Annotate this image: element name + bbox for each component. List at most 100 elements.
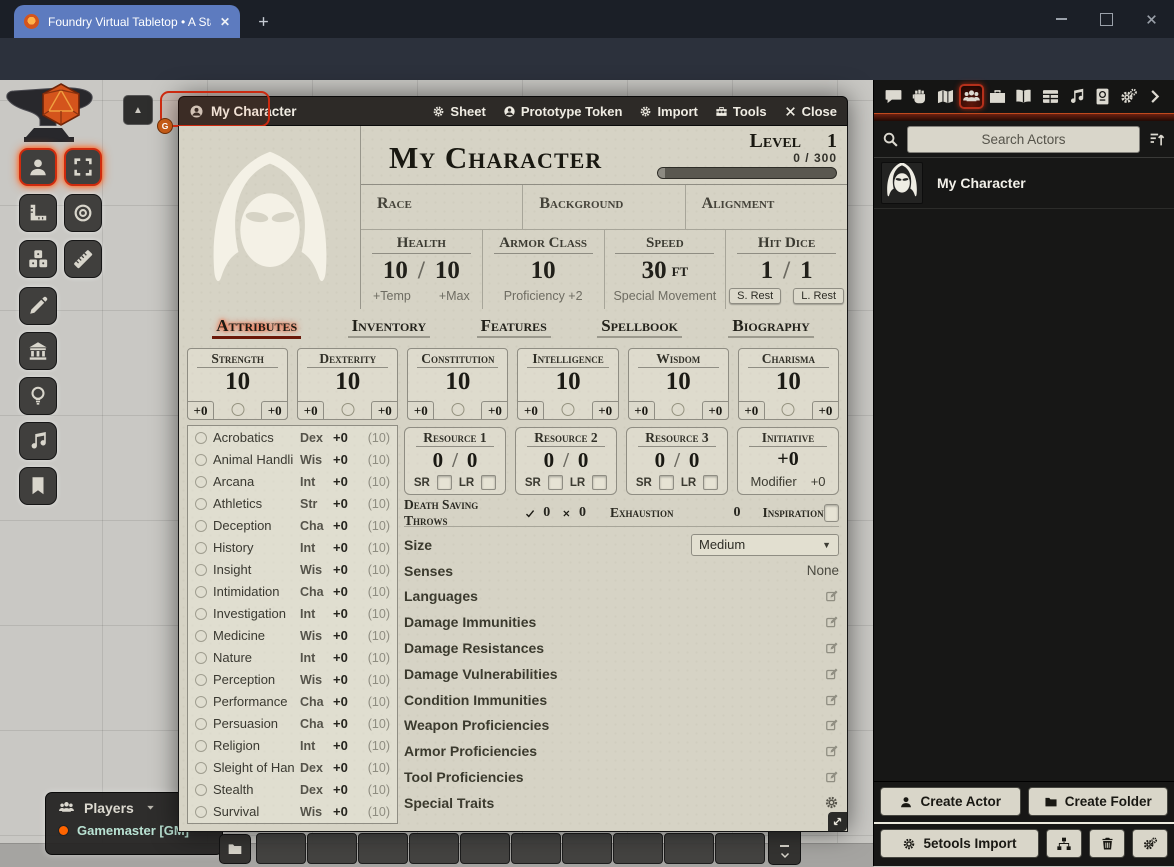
skill-survival[interactable]: Survival Wis +0 (10) [195, 804, 390, 819]
skill-animal-handling[interactable]: Animal Handling Wis +0 (10) [195, 452, 390, 467]
sidebar-tab-journal[interactable] [1011, 84, 1036, 109]
edit-icon[interactable] [825, 641, 839, 655]
size-select[interactable]: Medium▼ [691, 534, 839, 556]
proficiency-radio[interactable] [672, 403, 685, 416]
ability-constitution[interactable]: Constitution 10 +0 +0 [407, 348, 508, 420]
browser-tab[interactable]: Foundry Virtual Tabletop • A Stan ✕ [14, 5, 240, 38]
initiative-modifier[interactable]: +0 [811, 474, 826, 489]
skill-proficiency-radio[interactable] [195, 454, 207, 466]
tab-spellbook[interactable]: Spellbook [597, 316, 682, 346]
sidebar-tab-tables[interactable] [1038, 84, 1063, 109]
create-folder-button[interactable]: Create Folder [1028, 787, 1169, 816]
sound-controls-button[interactable] [19, 422, 57, 460]
long-rest-checkbox[interactable] [481, 475, 496, 490]
ability-check-mod[interactable]: +0 [261, 401, 288, 420]
level-value[interactable]: 1 [827, 130, 837, 153]
edit-icon[interactable] [825, 744, 839, 758]
speed-value[interactable]: 30 [642, 257, 667, 285]
skill-sleight-of-hand[interactable]: Sleight of Hand Dex +0 (10) [195, 760, 390, 775]
proficiency-radio[interactable] [231, 403, 244, 416]
sidebar-tab-playlists[interactable] [1064, 84, 1089, 109]
sidebar-tab-chat[interactable] [881, 84, 906, 109]
tools-button[interactable]: Tools [715, 104, 767, 119]
skill-persuasion[interactable]: Persuasion Cha +0 (10) [195, 716, 390, 731]
hotbar-page-down-icon[interactable] [778, 849, 792, 861]
hotbar-slot[interactable] [562, 833, 612, 864]
sidebar-tab-items[interactable] [985, 84, 1010, 109]
proficiency-radio[interactable] [562, 403, 575, 416]
minimize-button[interactable] [1039, 0, 1084, 38]
hotbar-slot[interactable] [664, 833, 714, 864]
ability-check-mod[interactable]: +0 [481, 401, 508, 420]
skill-deception[interactable]: Deception Cha +0 (10) [195, 518, 390, 533]
hit-dice-current[interactable]: 1 [761, 257, 774, 285]
hp-temp-label[interactable]: +Temp [373, 289, 411, 303]
skill-proficiency-radio[interactable] [195, 520, 207, 532]
skill-performance[interactable]: Performance Cha +0 (10) [195, 694, 390, 709]
edit-icon[interactable] [825, 718, 839, 732]
select-tokens-button[interactable] [64, 148, 102, 186]
hp-current[interactable]: 10 [383, 257, 408, 285]
ability-charisma[interactable]: Charisma 10 +0 +0 [738, 348, 839, 420]
hotbar-slot[interactable] [409, 833, 459, 864]
skill-proficiency-radio[interactable] [195, 630, 207, 642]
ability-save-mod[interactable]: +0 [187, 401, 214, 420]
skill-arcana[interactable]: Arcana Int +0 (10) [195, 474, 390, 489]
character-sheet-window[interactable]: My Character G Sheet Prototype Token [178, 96, 848, 832]
field-background[interactable]: Background [522, 185, 684, 229]
tile-controls-button[interactable] [19, 240, 57, 278]
skill-proficiency-radio[interactable] [195, 740, 207, 752]
tab-attributes[interactable]: Attributes [212, 316, 301, 346]
skill-athletics[interactable]: Athletics Str +0 (10) [195, 496, 390, 511]
ability-dexterity[interactable]: Dexterity 10 +0 +0 [297, 348, 398, 420]
token-controls-button[interactable] [19, 148, 57, 186]
armor-class-stat[interactable]: Armor Class 10 Proficiency +2 [482, 230, 604, 309]
import-button[interactable]: Import [639, 104, 697, 119]
skill-history[interactable]: History Int +0 (10) [195, 540, 390, 555]
hit-dice-stat[interactable]: Hit Dice 1/1 S. Rest L. Rest [725, 230, 847, 309]
edit-icon[interactable] [825, 589, 839, 603]
skill-religion[interactable]: Religion Int +0 (10) [195, 738, 390, 753]
ability-save-mod[interactable]: +0 [738, 401, 765, 420]
ability-save-mod[interactable]: +0 [297, 401, 324, 420]
death-success-count[interactable]: 0 [543, 505, 550, 521]
skill-proficiency-radio[interactable] [195, 586, 207, 598]
skill-insight[interactable]: Insight Wis +0 (10) [195, 562, 390, 577]
sheet-button[interactable]: Sheet [432, 104, 485, 119]
gear-icon[interactable] [824, 795, 839, 810]
skill-proficiency-radio[interactable] [195, 674, 207, 686]
actor-entry-my-character[interactable]: My Character [874, 158, 1174, 209]
hp-max[interactable]: 10 [435, 257, 460, 285]
sheet-titlebar[interactable]: My Character G Sheet Prototype Token [178, 96, 848, 126]
long-rest-checkbox[interactable] [703, 475, 718, 490]
skill-proficiency-radio[interactable] [195, 718, 207, 730]
proficiency-radio[interactable] [341, 403, 354, 416]
foundry-logo[interactable] [4, 82, 118, 146]
health-stat[interactable]: Health 10/10 +Temp+Max [361, 230, 482, 309]
hotbar-slot[interactable] [715, 833, 765, 864]
skill-proficiency-radio[interactable] [195, 432, 207, 444]
sidebar-tab-combat[interactable] [907, 84, 932, 109]
ability-intelligence[interactable]: Intelligence 10 +0 +0 [517, 348, 618, 420]
resource-resource-3[interactable]: Resource 3 0/0 SR LR [626, 427, 728, 495]
journal-notes-button[interactable] [19, 467, 57, 505]
inspiration-checkbox[interactable] [824, 504, 839, 522]
skill-perception[interactable]: Perception Wis +0 (10) [195, 672, 390, 687]
long-rest-checkbox[interactable] [592, 475, 607, 490]
skill-investigation[interactable]: Investigation Int +0 (10) [195, 606, 390, 621]
ability-save-mod[interactable]: +0 [517, 401, 544, 420]
close-window-button[interactable] [1129, 0, 1174, 38]
tab-close-icon[interactable]: ✕ [220, 15, 230, 29]
game-canvas[interactable]: ▲ Players [0, 80, 1174, 866]
short-rest-button[interactable]: S. Rest [729, 288, 781, 304]
skill-proficiency-radio[interactable] [195, 762, 207, 774]
proficiency-radio[interactable] [451, 403, 464, 416]
long-rest-button[interactable]: L. Rest [793, 288, 844, 304]
edit-icon[interactable] [825, 693, 839, 707]
character-portrait[interactable] [179, 126, 361, 309]
skill-intimidation[interactable]: Intimidation Cha +0 (10) [195, 584, 390, 599]
field-alignment[interactable]: Alignment [685, 185, 847, 229]
search-input[interactable]: Search Actors [907, 126, 1140, 153]
skill-proficiency-radio[interactable] [195, 608, 207, 620]
wall-controls-button[interactable] [19, 332, 57, 370]
